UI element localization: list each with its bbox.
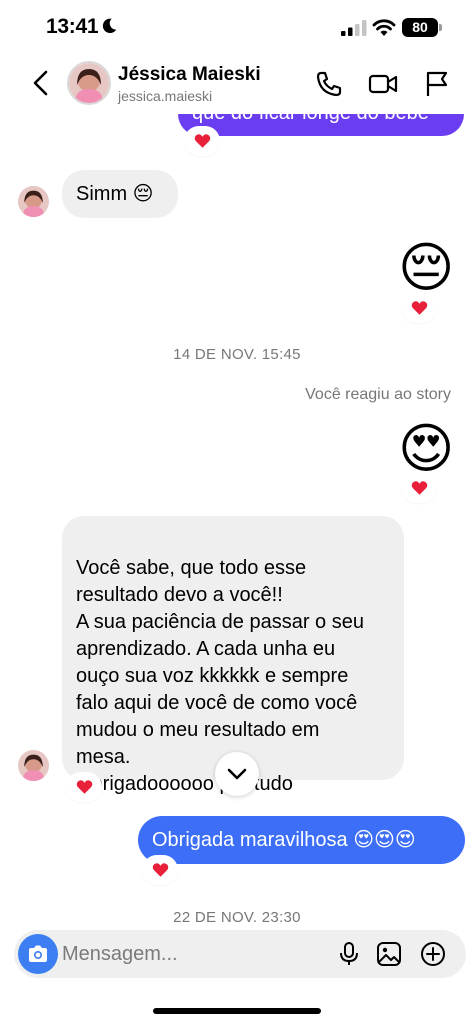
camera-icon — [29, 945, 47, 962]
story-reaction-note[interactable]: Você reagiu ao story — [305, 386, 451, 404]
heart-icon — [194, 134, 210, 148]
avatar-photo — [18, 186, 49, 217]
microphone-icon[interactable] — [336, 941, 362, 967]
reaction-badge[interactable] — [403, 295, 435, 321]
sender-avatar[interactable] — [18, 186, 49, 217]
flag-icon[interactable] — [422, 69, 452, 99]
outgoing-message[interactable]: Obrigada maravilhosa 😍😍😍 — [138, 816, 465, 864]
moon-icon — [102, 18, 117, 34]
chevron-down-icon — [227, 768, 247, 780]
avatar-photo — [69, 63, 109, 103]
contact-name[interactable]: Jéssica Maieski — [118, 64, 261, 86]
heart-icon — [411, 481, 427, 495]
message-text: que do ficar longe do bebe — [192, 114, 429, 125]
home-indicator — [153, 1008, 321, 1014]
emoji-message[interactable]: 😔 — [398, 238, 454, 298]
avatar-photo — [18, 750, 49, 781]
outgoing-message[interactable]: que do ficar longe do bebe — [178, 114, 464, 136]
heart-icon — [411, 301, 427, 315]
emoji-message[interactable]: 😍 — [398, 418, 454, 480]
sender-avatar[interactable] — [18, 750, 49, 781]
heart-icon — [76, 780, 92, 794]
gallery-icon[interactable] — [376, 941, 402, 967]
wifi-icon — [372, 19, 396, 36]
avatar[interactable] — [67, 61, 111, 105]
phone-icon[interactable] — [314, 69, 344, 99]
date-separator: 22 DE NOV. 23:30 — [173, 909, 301, 926]
chat-header: Jéssica Maieski jessica.maieski — [0, 56, 474, 114]
message-text: Simm 😔 — [76, 183, 154, 205]
contact-username[interactable]: jessica.maieski — [118, 88, 212, 104]
pensive-emoji: 😔 — [398, 238, 455, 298]
camera-button[interactable] — [18, 934, 58, 974]
battery-level: 80 — [412, 19, 428, 35]
reaction-badge[interactable] — [186, 128, 218, 154]
scroll-to-bottom-button[interactable] — [215, 752, 259, 796]
heart-icon — [152, 863, 168, 877]
signal-icon — [341, 20, 367, 36]
battery-indicator: 80 — [402, 18, 442, 37]
reaction-badge[interactable] — [68, 774, 100, 800]
status-time: 13:41 — [46, 15, 99, 38]
back-arrow-icon[interactable] — [28, 68, 52, 98]
incoming-message[interactable]: Você sabe, que todo esse resultado devo … — [62, 516, 404, 795]
reaction-badge[interactable] — [144, 857, 176, 883]
incoming-message[interactable]: Simm 😔 — [62, 170, 178, 218]
message-input[interactable] — [62, 936, 312, 972]
message-composer — [14, 930, 466, 978]
date-separator: 14 DE NOV. 15:45 — [173, 346, 301, 363]
reaction-badge[interactable] — [403, 475, 435, 501]
add-circle-icon[interactable] — [420, 941, 446, 967]
status-bar: 13:41 80 — [0, 0, 474, 56]
heart-eyes-emoji: 😍 — [398, 419, 455, 479]
video-call-icon[interactable] — [368, 69, 398, 99]
message-text: Obrigada maravilhosa 😍😍😍 — [152, 829, 416, 851]
message-list[interactable]: que do ficar longe do bebe Simm 😔 😔 14 D… — [0, 114, 474, 930]
